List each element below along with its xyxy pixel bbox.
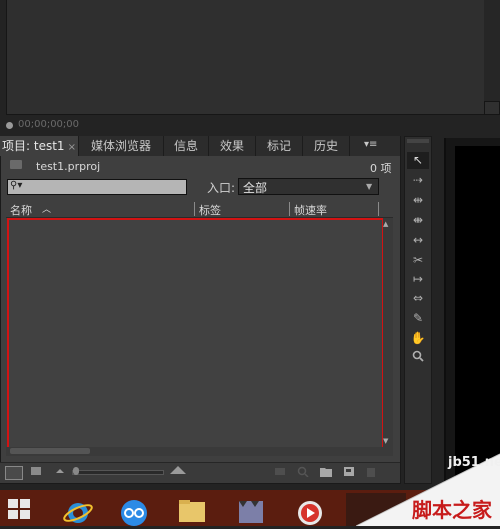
project-file-icon — [10, 160, 22, 169]
hand-tool-icon[interactable]: ✋ — [407, 330, 429, 347]
zoom-slider-thumb[interactable] — [73, 467, 79, 475]
video-player-icon[interactable] — [293, 493, 327, 526]
premiere-app-icon[interactable] — [234, 493, 268, 526]
watermark-text: 脚本之家 — [412, 498, 492, 522]
project-item-list[interactable] — [7, 218, 384, 451]
panel-menu-icon[interactable]: ▾≡ — [364, 139, 390, 150]
entry-label: 入口: — [207, 181, 236, 195]
program-monitor-view — [455, 146, 500, 476]
zoom-in-icon[interactable] — [170, 466, 186, 474]
panel-grip[interactable] — [407, 139, 429, 143]
pen-tool-icon[interactable]: ✎ — [407, 310, 429, 327]
tab-info[interactable]: 信息 — [164, 136, 209, 156]
selection-tool-icon[interactable]: ↖ — [407, 152, 429, 169]
column-header-label[interactable]: 标签 — [199, 202, 221, 218]
list-view-icon[interactable] — [5, 466, 23, 480]
column-divider[interactable] — [289, 202, 290, 216]
tab-project[interactable]: 项目: test1 × — [0, 136, 79, 156]
search-input[interactable] — [7, 179, 187, 195]
close-icon[interactable]: × — [68, 138, 76, 158]
entry-select-value: 全部 — [243, 181, 268, 195]
razor-tool-icon[interactable]: ✂ — [407, 252, 429, 269]
monitor-scrollbar[interactable] — [484, 0, 500, 114]
watermark-url: jb51.net — [448, 455, 500, 470]
column-header-frame-rate[interactable]: 帧速率 — [294, 202, 327, 218]
sort-ascending-icon[interactable]: ︿ — [42, 202, 51, 215]
slide-tool-icon[interactable]: ⇔ — [407, 290, 429, 307]
rate-stretch-tool-icon[interactable]: ↔ — [407, 232, 429, 249]
item-count: 0 项 — [370, 162, 392, 175]
zoom-tool-icon[interactable] — [407, 350, 429, 367]
tab-markers[interactable]: 标记 — [256, 136, 303, 156]
project-file-name: test1.prproj — [36, 160, 101, 173]
column-header-name[interactable]: 名称 — [10, 202, 32, 218]
slip-tool-icon[interactable]: ↦ — [407, 271, 429, 288]
column-divider[interactable] — [194, 202, 195, 216]
track-select-tool-icon[interactable]: ⇢ — [407, 172, 429, 189]
tab-media-browser[interactable]: 媒体浏览器 — [79, 136, 164, 156]
scroll-up-icon[interactable]: ▲ — [383, 220, 388, 228]
source-monitor-view — [6, 0, 486, 115]
zoom-out-icon[interactable] — [56, 469, 64, 473]
list-vertical-scrollbar[interactable] — [383, 218, 393, 448]
internet-explorer-icon[interactable] — [61, 493, 95, 526]
ripple-edit-tool-icon[interactable]: ⇹ — [407, 192, 429, 209]
tab-project-label: 项目: test1 — [2, 139, 65, 153]
horizontal-scroll-thumb[interactable] — [10, 448, 90, 454]
tab-history-label: 历史 — [313, 139, 338, 153]
file-explorer-icon[interactable] — [175, 493, 209, 526]
search-icon[interactable]: ⚲▾ — [10, 180, 22, 191]
tab-markers-label: 标记 — [266, 139, 291, 153]
panel-tab-bar: 项目: test1 × 媒体浏览器 信息 效果 标记 历史 — [0, 136, 400, 156]
chevron-down-icon[interactable]: ▼ — [366, 182, 372, 191]
new-bin-icon[interactable] — [320, 466, 332, 477]
tab-history[interactable]: 历史 — [303, 136, 350, 156]
rolling-edit-tool-icon[interactable]: ⇼ — [407, 212, 429, 229]
automate-sequence-icon[interactable] — [274, 466, 286, 477]
timecode-readout[interactable]: 00;00;00;00 — [18, 119, 79, 130]
tab-effects-label: 效果 — [219, 139, 244, 153]
monitor-scroll-button[interactable] — [484, 101, 500, 115]
column-divider[interactable] — [378, 202, 379, 216]
thumbnail-zoom-slider[interactable] — [72, 470, 164, 475]
tab-media-browser-label: 媒体浏览器 — [90, 139, 151, 153]
playhead-icon[interactable] — [6, 122, 13, 129]
tab-info-label: 信息 — [173, 139, 198, 153]
find-icon[interactable] — [297, 466, 309, 478]
icon-view-icon[interactable] — [31, 467, 41, 475]
windows-start-icon[interactable] — [8, 499, 32, 521]
new-item-icon[interactable] — [343, 466, 355, 477]
tab-effects[interactable]: 效果 — [209, 136, 256, 156]
scroll-down-icon[interactable]: ▼ — [383, 437, 388, 445]
baidu-netdisk-icon[interactable] — [117, 493, 151, 526]
